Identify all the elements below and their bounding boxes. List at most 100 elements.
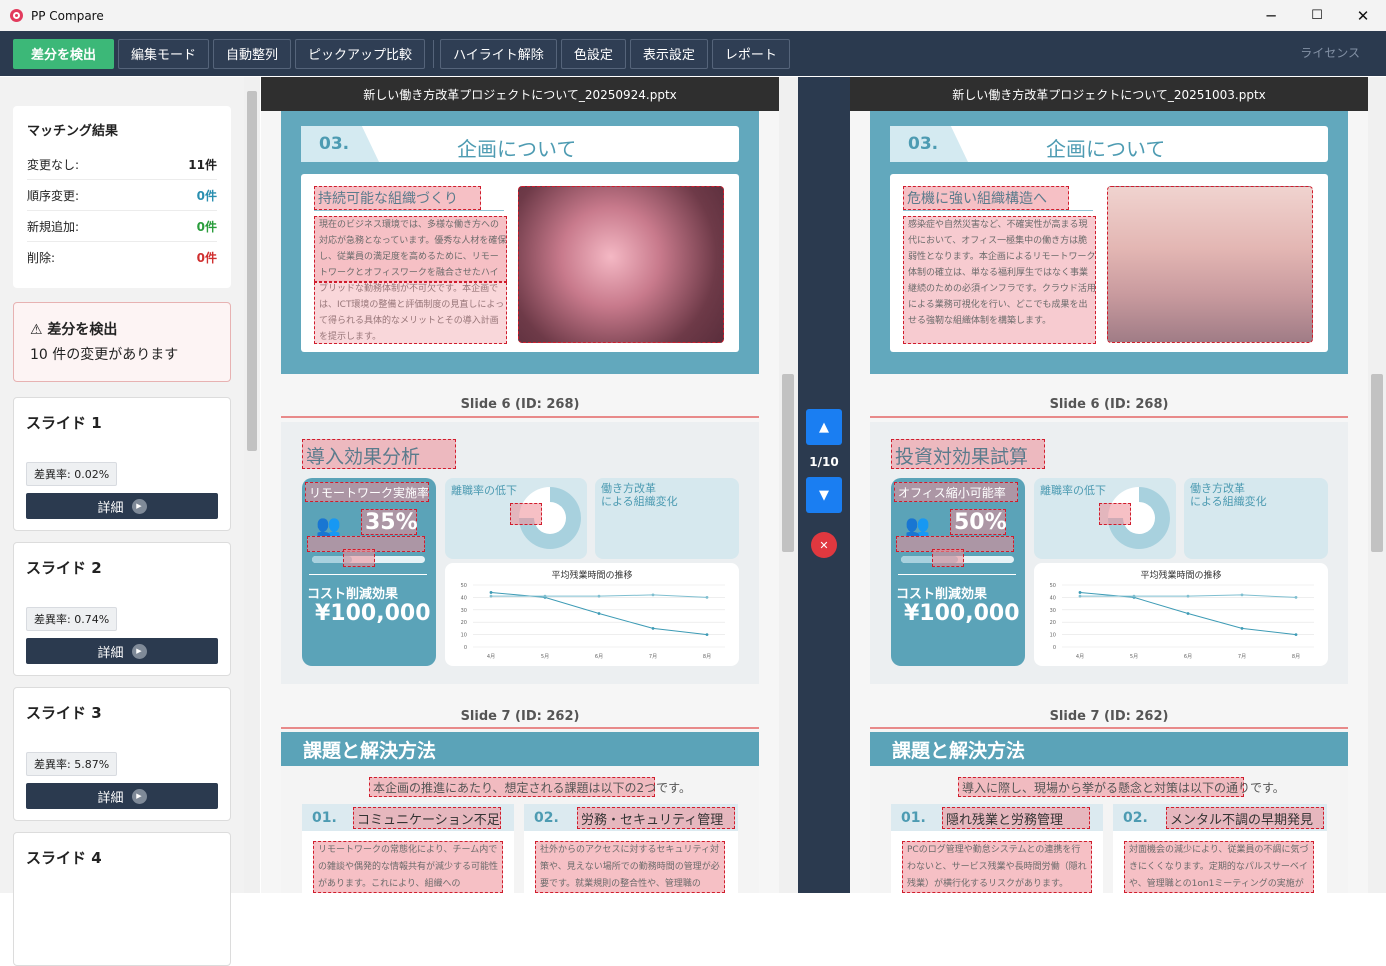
chart-point <box>1294 633 1298 636</box>
chart-x-tick-label: 4月 <box>1076 654 1084 660</box>
right-tab2-body-highlight: 対面機会の減少により、従業員の不調に気づきにくくなります。定期的なパルスサーベイ… <box>1124 841 1314 893</box>
app-title: PP Compare <box>31 8 104 23</box>
right-donut-highlight <box>1099 503 1131 525</box>
right-card-divider <box>898 574 1016 575</box>
chart-point <box>1240 593 1244 597</box>
left-s7-title: 課題と解決方法 <box>281 732 759 766</box>
display-settings-button[interactable]: 表示設定 <box>629 38 708 69</box>
slide-card-1[interactable]: スライド 1 差異率: 0.02% 詳細 ▶ <box>13 397 231 531</box>
left-slide7-label: Slide 7 (ID: 262) <box>460 709 580 724</box>
edit-mode-button[interactable]: 編集モード <box>118 38 210 69</box>
chart-x-tick-label: 8月 <box>1292 654 1300 660</box>
left-percent: 35% <box>365 510 418 535</box>
chart-x-tick-label: 6月 <box>1184 654 1192 660</box>
chart-y-tick-label: 0 <box>464 645 467 651</box>
left-tab2-body: 社外からのアクセスに対するセキュリティ対策や、見えない場所での勤務時間の管理が必… <box>540 845 720 889</box>
play-icon: ▶ <box>131 788 147 804</box>
toolbar-divider <box>433 39 435 68</box>
detail-button[interactable]: 詳細 ▶ <box>26 493 218 519</box>
right-teal-card <box>891 478 1025 666</box>
right-file-header: 新しい働き方改革プロジェクトについて_20251003.pptx <box>850 77 1368 111</box>
matching-row-value: 0件 <box>196 251 217 265</box>
left-line-chart: 50 40 30 20 10 0 4月 5月 6月 7月 8月 <box>461 583 725 660</box>
detail-button[interactable]: 詳細 ▶ <box>26 638 218 664</box>
chart-x-tick-label: 8月 <box>703 654 711 660</box>
right-heading: 危機に強い組織構造へ <box>907 191 1047 207</box>
matching-row-value: 0件 <box>196 188 217 203</box>
chart-y-tick-label: 0 <box>1053 645 1056 651</box>
license-link[interactable]: ライセンス <box>1300 44 1360 61</box>
matching-row: 削除: 0件 <box>27 242 217 273</box>
right-org-change-title: 働き方改革 による組織変化 <box>1190 482 1267 508</box>
detail-button-label: 詳細 <box>97 500 124 516</box>
right-tab1-title: 隠れ残業と労務管理 <box>946 813 1064 828</box>
right-slide7-label: Slide 7 (ID: 262) <box>1049 709 1169 724</box>
report-button[interactable]: レポート <box>711 38 790 69</box>
sidebar-scrollbar[interactable] <box>244 77 260 893</box>
right-tab2-title: メンタル不調の早期発見 <box>1170 813 1314 828</box>
pickup-compare-button[interactable]: ピックアップ比較 <box>295 38 426 69</box>
slide-card-title: スライド 4 <box>26 849 102 867</box>
left-tab2-body-highlight: 社外からのアクセスに対するセキュリティ対策や、見えない場所での勤務時間の管理が必… <box>535 841 725 893</box>
slide-card-2[interactable]: スライド 2 差異率: 0.74% 詳細 ▶ <box>13 542 231 676</box>
left-tab1-num: 01. <box>312 809 337 826</box>
diff-rate-badge: 差異率: 0.74% <box>26 607 118 631</box>
left-turnover-title: 離職率の低下 <box>451 484 517 497</box>
next-diff-button[interactable]: ▼ <box>806 477 842 513</box>
diff-rate-badge: 差異率: 5.87% <box>26 752 118 776</box>
left-scrollbar[interactable] <box>779 77 798 893</box>
right-cost-amount: ¥100,000 <box>904 601 1020 626</box>
left-scroll-thumb[interactable] <box>782 374 794 552</box>
matching-title: マッチング結果 <box>27 124 119 139</box>
right-s6-title-highlight: 投資対効果試算 <box>891 439 1045 469</box>
right-s7-sub: 導入に際し、現場から挙がる懸念と対策は以下の通りです。 <box>962 781 1285 795</box>
matching-row: 順序変更: 0件 <box>27 180 217 211</box>
matching-row-label: 順序変更: <box>27 188 80 203</box>
left-slide6-divider <box>281 416 759 418</box>
left-donut-highlight <box>510 503 542 525</box>
right-badge: オフィス縮小可能率 <box>898 486 1006 500</box>
maximize-button[interactable]: ☐ <box>1294 0 1340 31</box>
chart-point <box>1132 594 1136 598</box>
app-logo-icon <box>10 9 23 22</box>
chart-point <box>597 612 601 615</box>
left-badge: リモートワーク実施率 <box>309 486 430 500</box>
clear-highlight-button[interactable]: ハイライト解除 <box>440 38 557 69</box>
chart-point <box>651 627 655 630</box>
sidebar-scroll-thumb[interactable] <box>247 91 257 451</box>
play-icon: ▶ <box>131 498 147 514</box>
right-section-title: 企画について <box>1046 137 1166 161</box>
detect-diff-button[interactable]: 差分を検出 <box>13 38 115 69</box>
right-progress-highlight <box>932 549 964 567</box>
left-cost-label: コスト削減効果 <box>307 587 399 602</box>
left-slide7-divider <box>281 727 759 729</box>
right-scrollbar[interactable] <box>1368 77 1386 893</box>
right-slide6-label: Slide 6 (ID: 268) <box>1049 397 1169 412</box>
chart-point <box>489 591 493 594</box>
slide-card-4[interactable]: スライド 4 <box>13 832 231 966</box>
left-file-header: 新しい働き方改革プロジェクトについて_20250924.pptx <box>261 77 779 111</box>
matching-row-label: 変更なし: <box>27 157 80 172</box>
right-scroll-thumb[interactable] <box>1371 374 1383 552</box>
right-tab2-num: 02. <box>1123 809 1148 826</box>
left-tab2-title: 労務・セキュリティ管理 <box>581 813 724 828</box>
chart-point <box>1078 594 1082 598</box>
navigation-strip: ▲ 1/10 ▼ ✕ <box>798 77 850 893</box>
right-tab2-highlight: メンタル不調の早期発見 <box>1166 807 1324 829</box>
right-percent-highlight: 50% <box>950 509 1007 535</box>
left-badge-highlight: リモートワーク実施率 <box>305 482 429 502</box>
prev-diff-button[interactable]: ▲ <box>806 409 842 445</box>
auto-align-button[interactable]: 自動整列 <box>213 38 292 69</box>
detail-button[interactable]: 詳細 ▶ <box>26 783 218 809</box>
close-window-button[interactable]: ✕ <box>1340 0 1386 31</box>
close-compare-button[interactable]: ✕ <box>811 532 837 558</box>
color-settings-button[interactable]: 色設定 <box>560 38 626 69</box>
left-tab1-highlight: コミュニケーション不足 <box>353 807 501 829</box>
slide-card-3[interactable]: スライド 3 差異率: 5.87% 詳細 ▶ <box>13 687 231 821</box>
minimize-button[interactable]: ─ <box>1248 0 1294 31</box>
chart-y-tick-label: 40 <box>461 595 467 601</box>
left-teal-card <box>302 478 436 666</box>
chart-y-tick-label: 20 <box>1050 620 1056 626</box>
right-tab1-num: 01. <box>901 809 926 826</box>
diff-alert-card: ⚠ 差分を検出 10 件の変更があります <box>13 302 231 382</box>
